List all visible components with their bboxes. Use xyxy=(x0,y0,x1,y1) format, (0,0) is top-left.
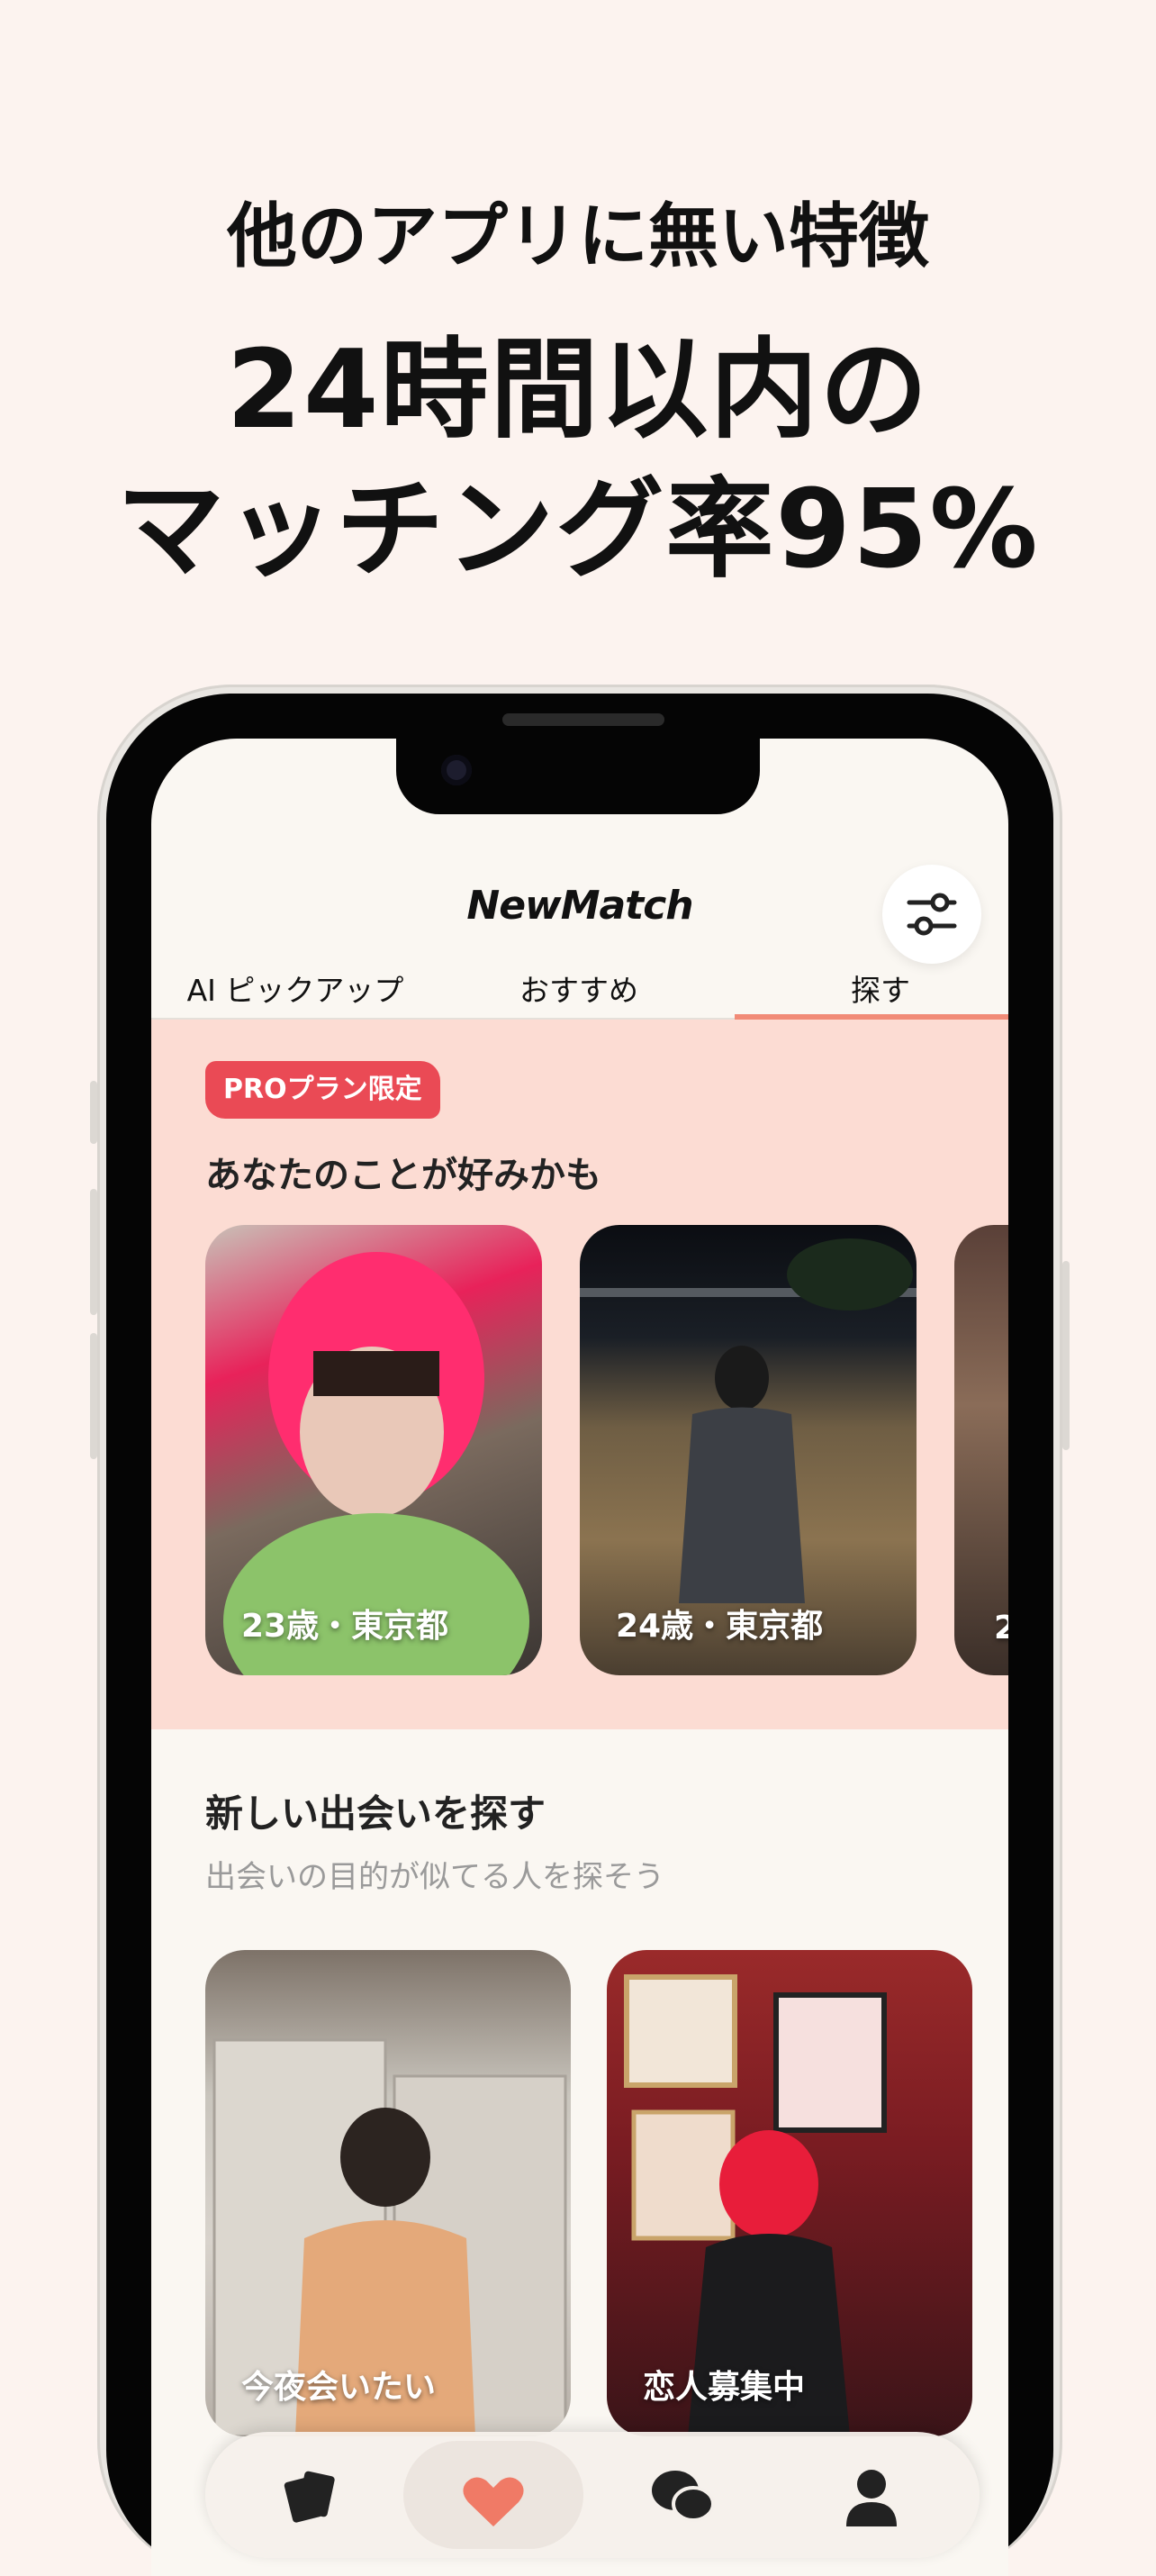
category-card-label: 恋人募集中 xyxy=(643,2369,806,2406)
earpiece-speaker xyxy=(502,713,664,726)
nav-likes[interactable] xyxy=(403,2441,583,2549)
tab-search[interactable]: 探す xyxy=(735,964,1008,1020)
nav-chat[interactable] xyxy=(592,2441,772,2549)
discover-subtitle: 出会いの目的が似てる人を探そう xyxy=(205,1859,664,1895)
headline-line-2: 24時間以内の xyxy=(226,328,930,453)
front-camera xyxy=(441,755,472,785)
heart-icon xyxy=(463,2477,524,2526)
mute-switch xyxy=(90,1081,97,1144)
profile-card[interactable]: 20 xyxy=(954,1225,1008,1675)
category-card[interactable]: 今夜会いたい xyxy=(205,1950,571,2436)
power-button xyxy=(1062,1261,1070,1450)
notch xyxy=(396,739,760,814)
category-card[interactable]: 恋人募集中 xyxy=(607,1950,972,2436)
tab-recommended[interactable]: おすすめ xyxy=(480,964,678,1018)
chat-icon xyxy=(652,2471,715,2522)
nav-profile[interactable] xyxy=(781,2441,962,2549)
filter-button[interactable] xyxy=(882,865,981,964)
nav-cards[interactable] xyxy=(214,2441,394,2549)
tab-ai-pickup[interactable]: AI ピックアップ xyxy=(178,964,412,1018)
cards-icon xyxy=(284,2471,335,2523)
headline-line-1: 他のアプリに無い特徴 xyxy=(226,196,929,277)
volume-down-button xyxy=(90,1333,97,1459)
bottom-nav xyxy=(205,2432,980,2558)
profile-card-label: 23歳・東京都 xyxy=(241,1608,449,1645)
category-card-label: 今夜会いたい xyxy=(241,2369,437,2406)
volume-up-button xyxy=(90,1189,97,1315)
app-logo: NewMatch xyxy=(466,883,693,929)
pro-section: PROプラン限定 あなたのことが好みかも 23歳・東京都 24歳・東京都 2 xyxy=(151,1020,1008,1729)
pro-badge: PROプラン限定 xyxy=(205,1061,440,1119)
profile-card[interactable]: 23歳・東京都 xyxy=(205,1225,542,1675)
discover-title: 新しい出会いを探す xyxy=(205,1791,546,1836)
headline-line-3: マッチング率95% xyxy=(116,467,1040,593)
filter-icon xyxy=(907,893,957,936)
app-screen: NewMatch AI ピックアップ おすすめ 探す PROプラン限定 あなたの… xyxy=(151,739,1008,2576)
profile-icon xyxy=(846,2470,897,2526)
profile-card-label: 20 xyxy=(994,1610,1008,1646)
phone-frame: NewMatch AI ピックアップ おすすめ 探す PROプラン限定 あなたの… xyxy=(90,685,1070,2576)
tab-bar: AI ピックアップ おすすめ 探す xyxy=(151,964,1008,1020)
pro-section-title: あなたのことが好みかも xyxy=(205,1155,601,1196)
profile-card-label: 24歳・東京都 xyxy=(616,1608,824,1645)
profile-card[interactable]: 24歳・東京都 xyxy=(580,1225,917,1675)
